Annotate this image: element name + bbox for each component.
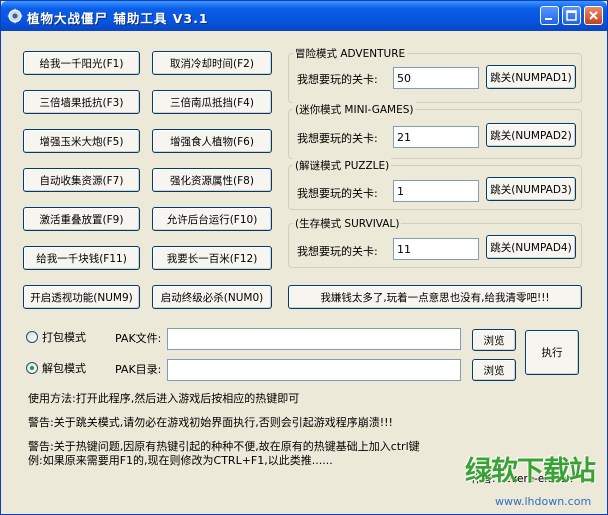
maximize-icon bbox=[566, 10, 577, 21]
btn-sunshine[interactable]: 给我一千阳光(F1) bbox=[23, 51, 140, 75]
radio-selected-dot bbox=[30, 366, 34, 370]
app-window: 植物大战僵尸 辅助工具 V3.1 给我一千阳光(F1) 取消冷却时间(F2) 三… bbox=[0, 0, 608, 515]
skip-button-minigames[interactable]: 跳关(NUMPAD2) bbox=[486, 123, 576, 147]
group-title: (解谜模式 PUZZLE) bbox=[293, 158, 392, 173]
skip-button-puzzle[interactable]: 跳关(NUMPAD3) bbox=[486, 177, 576, 201]
pak-file-input[interactable] bbox=[167, 328, 461, 350]
minimize-button[interactable] bbox=[540, 6, 559, 25]
btn-pumpkin[interactable]: 三倍南瓜抵挡(F4) bbox=[152, 90, 272, 114]
minimize-icon bbox=[545, 18, 552, 20]
pack-radio[interactable] bbox=[26, 331, 38, 343]
skip-button-adventure[interactable]: 跳关(NUMPAD1) bbox=[486, 65, 576, 89]
pak-file-label: PAK文件: bbox=[115, 332, 162, 345]
level-label: 我想要玩的关卡: bbox=[297, 132, 378, 145]
level-input-adventure[interactable] bbox=[393, 67, 479, 89]
btn-money[interactable]: 给我一千块钱(F11) bbox=[23, 246, 140, 270]
title-bar[interactable]: 植物大战僵尸 辅助工具 V3.1 bbox=[1, 1, 607, 31]
pack-radio-label[interactable]: 打包模式 bbox=[42, 329, 86, 345]
group-minigames: (迷你模式 MINI-GAMES) 我想要玩的关卡: 跳关(NUMPAD2) bbox=[288, 102, 582, 159]
btn-resource-boost[interactable]: 强化资源属性(F8) bbox=[152, 168, 272, 192]
btn-chomper[interactable]: 增强食人植物(F6) bbox=[152, 129, 272, 153]
gear-icon bbox=[7, 8, 23, 24]
btn-xray[interactable]: 开启透视功能(NUM9) bbox=[23, 285, 140, 309]
usage-note: 使用方法:打开此程序,然后进入游戏后按相应的热键即可 bbox=[28, 392, 300, 405]
warning-note-2-example: 例:如果原来需要用F1的,现在则修改为CTRL+F1,以此类推...... bbox=[28, 454, 333, 467]
level-input-puzzle[interactable] bbox=[393, 180, 479, 202]
btn-ultimate-kill[interactable]: 启动终级必杀(NUM0) bbox=[152, 285, 272, 309]
group-survival: (生存模式 SURVIVAL) 我想要玩的关卡: 跳关(NUMPAD4) bbox=[288, 216, 582, 268]
watermark-brand: 绿软下载站 bbox=[465, 456, 596, 487]
clear-money-button[interactable]: 我嫌钱太多了,玩着一点意思也没有,给我清零吧!!! bbox=[288, 285, 582, 309]
maximize-button[interactable] bbox=[562, 6, 581, 25]
watermark-logo: 绿软下载站 www.lhdown.com bbox=[461, 449, 607, 515]
btn-wallnut[interactable]: 三倍墙果抵抗(F3) bbox=[23, 90, 140, 114]
level-label: 我想要玩的关卡: bbox=[297, 187, 378, 200]
watermark-url: www.lhdown.com bbox=[495, 495, 592, 508]
pak-dir-label: PAK目录: bbox=[115, 363, 162, 376]
skip-button-survival[interactable]: 跳关(NUMPAD4) bbox=[486, 235, 576, 259]
close-icon bbox=[589, 11, 598, 20]
level-input-survival[interactable] bbox=[393, 238, 479, 260]
level-label: 我想要玩的关卡: bbox=[297, 245, 378, 258]
group-puzzle: (解谜模式 PUZZLE) 我想要玩的关卡: 跳关(NUMPAD3) bbox=[288, 158, 582, 210]
browse-dir-button[interactable]: 浏览 bbox=[472, 359, 516, 381]
group-adventure: 冒险模式 ADVENTURE 我想要玩的关卡: 跳关(NUMPAD1) bbox=[288, 46, 582, 103]
warning-note-1: 警告:关于跳关模式,请勿必在游戏初始界面执行,否则会引起游戏程序崩溃!!! bbox=[28, 416, 393, 429]
btn-auto-collect[interactable]: 自动收集资源(F7) bbox=[23, 168, 140, 192]
pak-dir-input[interactable] bbox=[167, 359, 461, 381]
close-button[interactable] bbox=[584, 6, 603, 25]
group-title: (生存模式 SURVIVAL) bbox=[293, 216, 402, 231]
btn-cancel-cooldown[interactable]: 取消冷却时间(F2) bbox=[152, 51, 272, 75]
window-title: 植物大战僵尸 辅助工具 V3.1 bbox=[27, 11, 209, 26]
btn-grow-tall[interactable]: 我要长一百米(F12) bbox=[152, 246, 272, 270]
unpack-radio-label[interactable]: 解包模式 bbox=[42, 360, 86, 376]
level-label: 我想要玩的关卡: bbox=[297, 73, 378, 86]
btn-cob-cannon[interactable]: 增强玉米大炮(F5) bbox=[23, 129, 140, 153]
level-input-minigames[interactable] bbox=[393, 126, 479, 148]
group-title: 冒险模式 ADVENTURE bbox=[293, 46, 408, 61]
group-title: (迷你模式 MINI-GAMES) bbox=[293, 102, 416, 117]
execute-button[interactable]: 执行 bbox=[525, 330, 579, 375]
btn-overlap-place[interactable]: 激活重叠放置(F9) bbox=[23, 207, 140, 231]
browse-file-button[interactable]: 浏览 bbox=[472, 329, 516, 351]
btn-background-run[interactable]: 允许后台运行(F10) bbox=[152, 207, 272, 231]
unpack-radio[interactable] bbox=[26, 362, 38, 374]
